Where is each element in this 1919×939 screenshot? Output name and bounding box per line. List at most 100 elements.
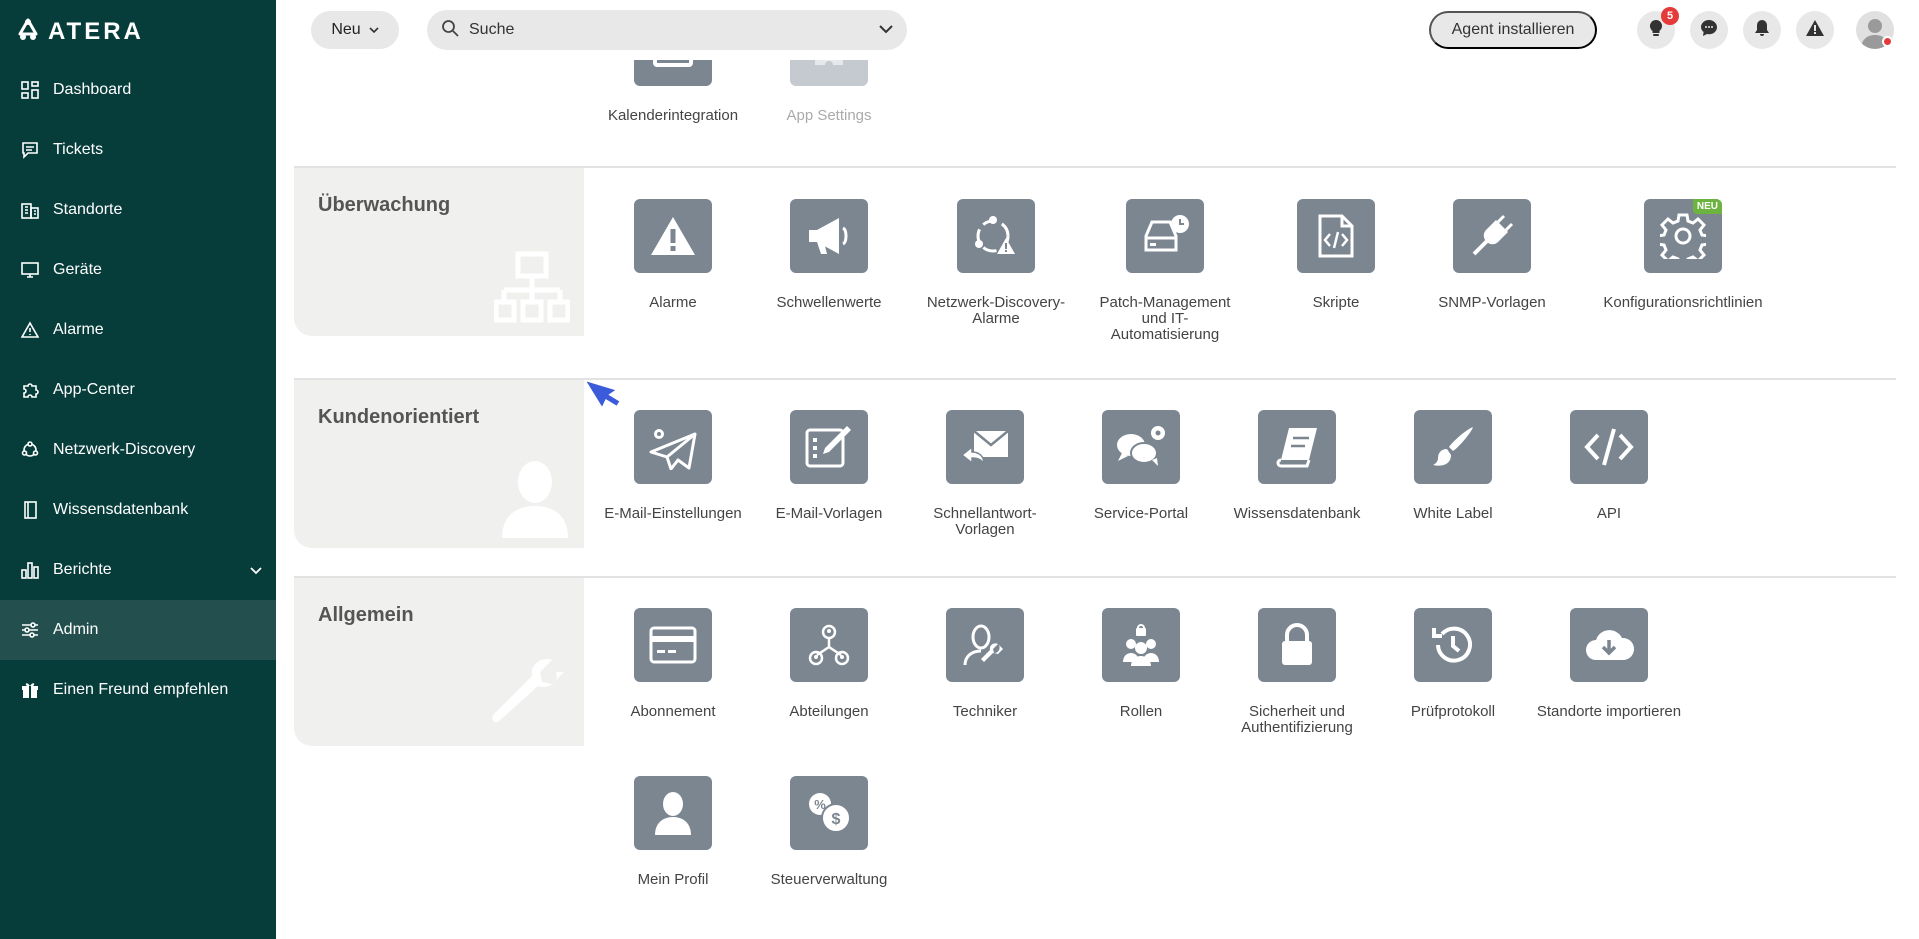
alert-icon [20, 320, 40, 340]
tile-sicherheit[interactable]: Sicherheit und Authentifizierung [1222, 608, 1372, 736]
tile-icon-box [1414, 608, 1492, 682]
tile-white-label[interactable]: White Label [1378, 410, 1528, 522]
tile-label: Konfigurationsrichtlinien [1603, 294, 1763, 311]
tile-steuerverwaltung[interactable]: % $ Steuerverwaltung [754, 776, 904, 888]
tile-icon-box [1570, 410, 1648, 484]
roles-icon [1123, 624, 1159, 666]
sidebar-item-label: Standorte [53, 201, 123, 218]
tile-label: Alarme [649, 294, 697, 311]
sidebar-item-label: Einen Freund empfehlen [53, 681, 229, 698]
logo-text: ATERA [48, 18, 144, 45]
alerts-button[interactable] [1796, 11, 1834, 49]
section-title: Allgemein [318, 604, 414, 626]
new-button-label: Neu [331, 21, 361, 38]
tile-pruefprotokoll[interactable]: Prüfprotokoll [1378, 608, 1528, 720]
patch-clock-icon [1144, 215, 1189, 252]
ideas-button[interactable]: 5 [1637, 7, 1679, 49]
tile-app-settings[interactable]: App Settings [754, 60, 904, 124]
tile-icon-box [634, 776, 712, 850]
tile-label: App Settings [786, 107, 872, 124]
puzzle-icon [20, 380, 40, 400]
history-icon [1432, 626, 1472, 663]
new-button[interactable]: Neu [311, 11, 399, 49]
org-icon [808, 624, 850, 666]
plug-icon [1472, 214, 1514, 256]
chat-button[interactable] [1690, 11, 1728, 49]
tile-label: White Label [1413, 505, 1493, 522]
tile-icon-box [1126, 199, 1204, 273]
tile-label: Schnellantwort-Vorlagen [933, 505, 1037, 538]
tile-snmp-vorlagen[interactable]: SNMP-Vorlagen [1417, 199, 1567, 311]
sidebar-item-alarme[interactable]: Alarme [0, 300, 276, 360]
tile-konfigurationsrichtlinien[interactable]: NEU Konfigurationsrichtlinien [1598, 199, 1768, 311]
tile-label: E-Mail-Vorlagen [775, 505, 883, 522]
sidebar-item-geraete[interactable]: Geräte [0, 240, 276, 300]
install-agent-button[interactable]: Agent installieren [1429, 11, 1597, 49]
script-icon [1318, 214, 1354, 258]
sidebar-item-dashboard[interactable]: Dashboard [0, 60, 276, 120]
tile-label: Kalenderintegration [607, 107, 739, 124]
tile-label: SNMP-Vorlagen [1438, 294, 1546, 311]
tax-icon: %$ [809, 793, 851, 833]
sidebar-item-app-center[interactable]: App-Center [0, 360, 276, 420]
sidebar-item-tickets[interactable]: Tickets [0, 120, 276, 180]
tile-standorte-importieren[interactable]: Standorte importieren [1534, 608, 1684, 720]
tile-alarme[interactable]: Alarme [598, 199, 748, 311]
sidebar-item-standorte[interactable]: Standorte [0, 180, 276, 240]
sidebar-item-wissensdatenbank[interactable]: Wissensdatenbank [0, 480, 276, 540]
network-icon [20, 440, 40, 460]
pointer-arrow-icon [587, 381, 620, 407]
sidebar-item-admin[interactable]: Admin [0, 600, 276, 660]
tile-label: Service-Portal [1093, 505, 1189, 522]
tile-icon-box: % $ [790, 776, 868, 850]
bar-chart-icon [20, 560, 40, 580]
tile-email-vorlagen[interactable]: E-Mail-Vorlagen [754, 410, 904, 522]
chevron-down-icon[interactable] [250, 562, 262, 580]
chevron-down-icon[interactable] [879, 21, 893, 39]
tile-skripte[interactable]: Skripte [1261, 199, 1411, 311]
tile-service-portal[interactable]: Service-Portal [1066, 410, 1216, 522]
tile-patch-management[interactable]: Patch-Management und IT-Automatisierung [1090, 199, 1240, 343]
notifications-button[interactable] [1743, 11, 1781, 49]
tile-kalenderintegration[interactable]: 31 Kalenderintegration [598, 60, 748, 124]
brush-icon [1433, 427, 1473, 466]
tile-techniker[interactable]: Techniker [910, 608, 1060, 720]
sidebar-item-freund-empfehlen[interactable]: Einen Freund empfehlen [0, 660, 276, 720]
tile-icon-box [790, 60, 868, 86]
reply-mail-icon [960, 430, 1009, 465]
section-customer: Kundenorientiert [294, 380, 584, 548]
tile-abonnement[interactable]: Abonnement [598, 608, 748, 720]
tile-api[interactable]: API [1534, 410, 1684, 522]
tile-netzwerk-discovery-alarme[interactable]: Netzwerk-Discovery-Alarme [921, 199, 1071, 327]
tile-email-einstellungen[interactable]: E-Mail-Einstellungen [598, 410, 748, 522]
tile-abteilungen[interactable]: Abteilungen [754, 608, 904, 720]
tile-schwellenwerte[interactable]: Schwellenwerte [754, 199, 904, 311]
user-silhouette-icon [502, 461, 568, 538]
tile-wissensdatenbank[interactable]: Wissensdatenbank [1222, 410, 1372, 522]
tile-label: Netzwerk-Discovery-Alarme [926, 294, 1066, 327]
section-title: Überwachung [318, 194, 451, 216]
tile-schnellantwort-vorlagen[interactable]: Schnellantwort-Vorlagen [910, 410, 1060, 538]
user-icon [655, 792, 691, 835]
sidebar-item-label: Wissensdatenbank [53, 501, 189, 518]
sidebar-item-netzwerk-discovery[interactable]: Netzwerk-Discovery [0, 420, 276, 480]
warning-icon [651, 217, 695, 255]
sidebar-item-label: Berichte [53, 561, 112, 578]
book-icon [20, 500, 40, 520]
tile-label: Sicherheit und Authentifizierung [1241, 703, 1353, 736]
atera-logo[interactable]: ATERA [18, 14, 168, 46]
status-dot [1882, 36, 1893, 47]
svg-text:31: 31 [664, 60, 682, 63]
tile-label: Steuerverwaltung [770, 871, 888, 888]
tile-icon-box [946, 608, 1024, 682]
tile-icon-box [790, 199, 868, 273]
search-input[interactable]: Suche [427, 10, 907, 50]
tile-icon-box [1570, 608, 1648, 682]
sidebar-item-label: Alarme [53, 321, 104, 338]
tile-mein-profil[interactable]: Mein Profil [598, 776, 748, 888]
sidebar-item-berichte[interactable]: Berichte [0, 540, 276, 600]
credit-card-icon [649, 626, 697, 664]
sidebar-item-label: Netzwerk-Discovery [53, 441, 196, 458]
search-icon [441, 19, 459, 42]
tile-rollen[interactable]: Rollen [1066, 608, 1216, 720]
